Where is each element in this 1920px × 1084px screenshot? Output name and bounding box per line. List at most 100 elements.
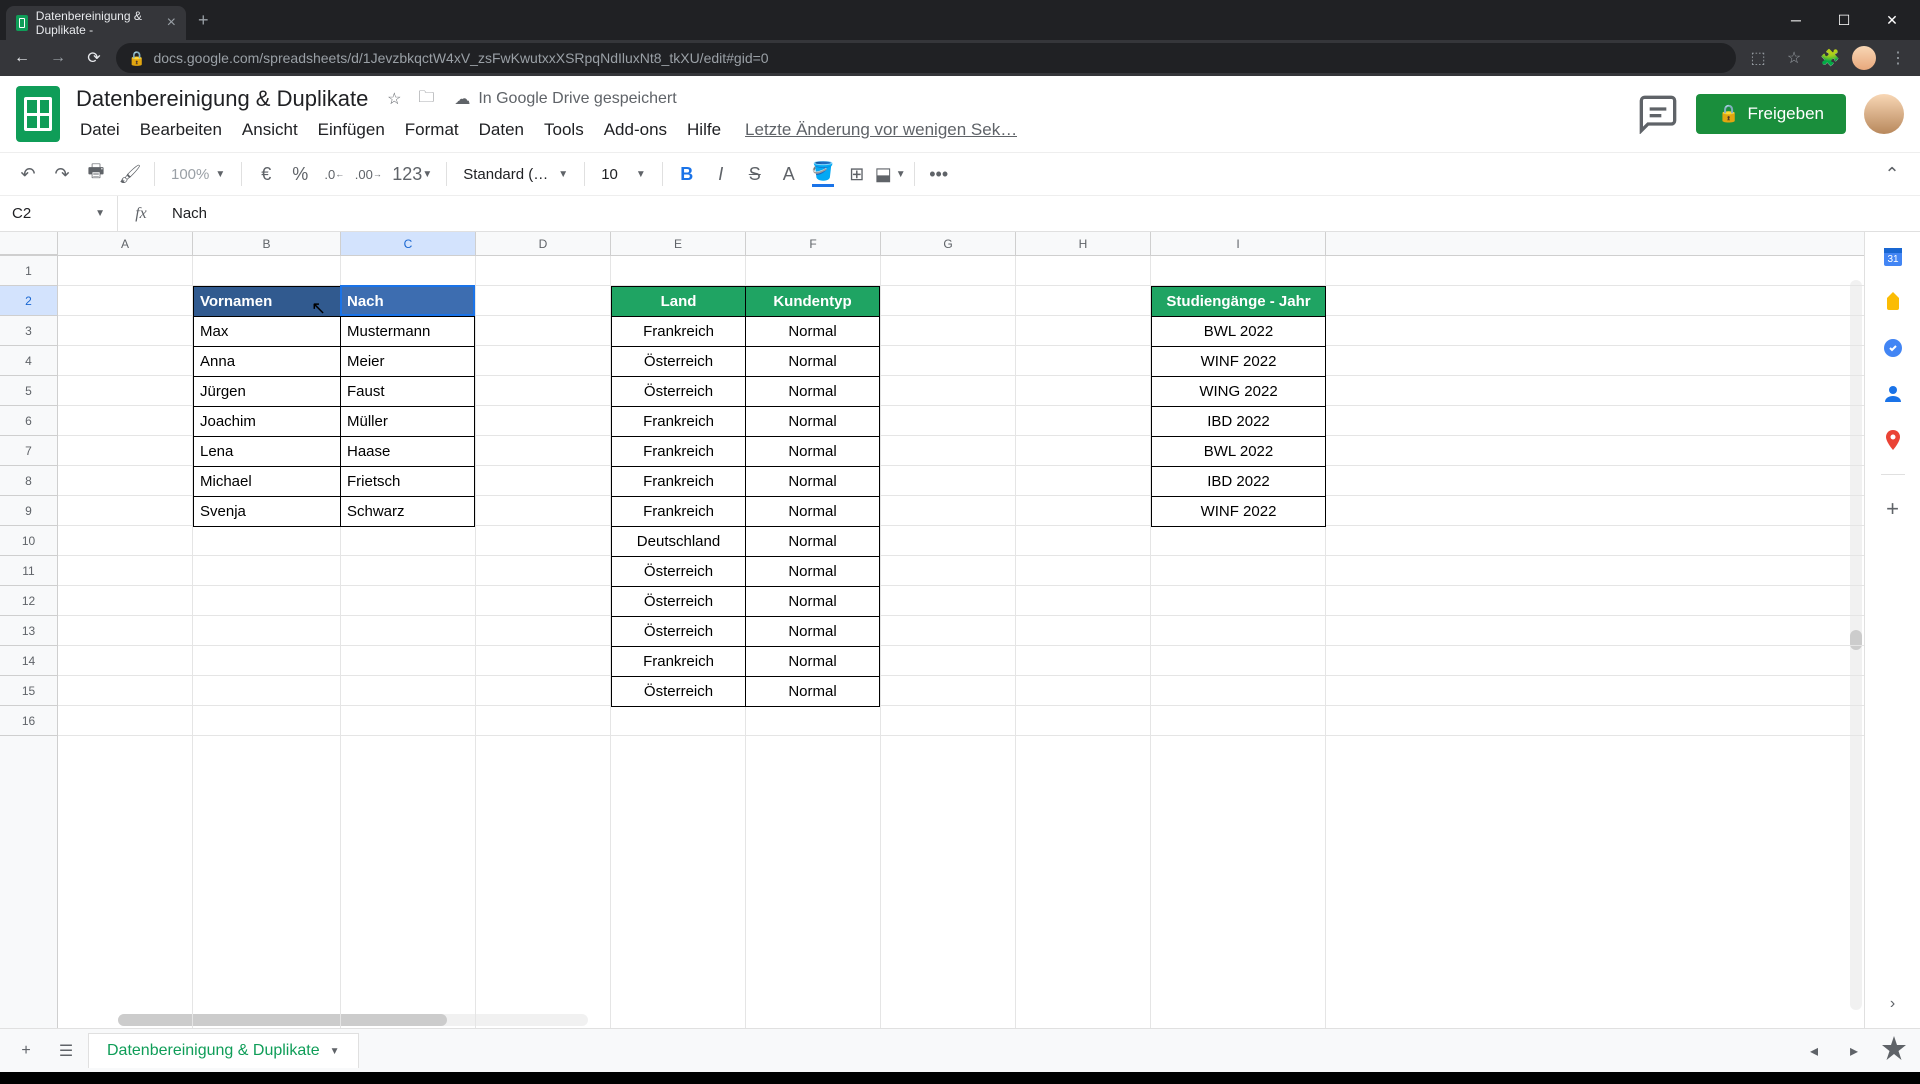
table-cell[interactable]: Frankreich — [612, 407, 746, 437]
table-cell[interactable]: Faust — [341, 377, 475, 407]
menu-bearbeiten[interactable]: Bearbeiten — [132, 116, 230, 144]
table-cell[interactable]: Normal — [746, 587, 880, 617]
address-bar[interactable]: 🔒 docs.google.com/spreadsheets/d/1Jevzbk… — [116, 43, 1736, 73]
row-header-12[interactable]: 12 — [0, 586, 57, 616]
reload-button[interactable]: ⟳ — [80, 44, 108, 72]
table-cell[interactable]: Anna — [194, 347, 341, 377]
explore-button[interactable] — [1876, 1033, 1912, 1069]
menu-format[interactable]: Format — [397, 116, 467, 144]
horizontal-scrollbar[interactable] — [118, 1014, 588, 1026]
font-size-select[interactable]: 10 ▼ — [593, 166, 654, 183]
table-cell[interactable]: Jürgen — [194, 377, 341, 407]
share-button[interactable]: 🔒 Freigeben — [1696, 94, 1846, 134]
font-select[interactable]: Standard (… ▼ — [455, 166, 576, 183]
forward-button[interactable]: → — [44, 44, 72, 72]
table-cell[interactable]: BWL 2022 — [1152, 317, 1326, 347]
tasks-icon[interactable] — [1881, 336, 1905, 360]
table-cell[interactable]: Normal — [746, 617, 880, 647]
column-header-B[interactable]: B — [193, 232, 341, 255]
data-table[interactable]: LandKundentypFrankreichNormalÖsterreichN… — [611, 286, 880, 707]
sheets-logo[interactable] — [16, 86, 60, 142]
keep-icon[interactable] — [1881, 290, 1905, 314]
table-cell[interactable]: Österreich — [612, 347, 746, 377]
last-edit-link[interactable]: Letzte Änderung vor wenigen Sek… — [745, 120, 1017, 140]
browser-tab[interactable]: Datenbereinigung & Duplikate - × — [6, 6, 186, 40]
percent-button[interactable]: % — [284, 158, 316, 190]
table-cell[interactable]: WINF 2022 — [1152, 347, 1326, 377]
browser-profile-avatar[interactable] — [1852, 46, 1876, 70]
table-cell[interactable]: Joachim — [194, 407, 341, 437]
account-avatar[interactable] — [1864, 94, 1904, 134]
extensions-icon[interactable]: 🧩 — [1816, 44, 1844, 72]
strikethrough-button[interactable]: S — [739, 158, 771, 190]
table-cell[interactable]: Frankreich — [612, 437, 746, 467]
increase-decimal-button[interactable]: .00→ — [352, 158, 384, 190]
name-box[interactable]: C2 ▼ — [0, 196, 118, 231]
menu-daten[interactable]: Daten — [471, 116, 532, 144]
row-header-15[interactable]: 15 — [0, 676, 57, 706]
row-header-2[interactable]: 2 — [0, 286, 57, 316]
menu-einfügen[interactable]: Einfügen — [310, 116, 393, 144]
contacts-icon[interactable] — [1881, 382, 1905, 406]
table-cell[interactable]: WING 2022 — [1152, 377, 1326, 407]
cells-area[interactable]: ↖ VornamenNachMaxMustermannAnnaMeierJürg… — [58, 256, 1864, 1028]
calendar-icon[interactable]: 31 — [1881, 244, 1905, 268]
zoom-select[interactable]: 100% ▼ — [163, 166, 233, 183]
table-cell[interactable]: IBD 2022 — [1152, 467, 1326, 497]
column-header-D[interactable]: D — [476, 232, 611, 255]
column-header-E[interactable]: E — [611, 232, 746, 255]
row-header-10[interactable]: 10 — [0, 526, 57, 556]
number-format-button[interactable]: 123 ▼ — [386, 158, 438, 190]
select-all-corner[interactable] — [0, 232, 58, 255]
menu-add-ons[interactable]: Add-ons — [596, 116, 675, 144]
all-sheets-button[interactable]: ☰ — [48, 1033, 84, 1069]
table-cell[interactable]: IBD 2022 — [1152, 407, 1326, 437]
row-header-4[interactable]: 4 — [0, 346, 57, 376]
table-header[interactable]: Kundentyp — [746, 287, 880, 317]
sheet-tab-active[interactable]: Datenbereinigung & Duplikate ▼ — [88, 1033, 359, 1068]
gtranslate-icon[interactable]: ⬚ — [1744, 44, 1772, 72]
merge-button[interactable]: ⬓ ▼ — [875, 158, 906, 190]
menu-datei[interactable]: Datei — [72, 116, 128, 144]
table-cell[interactable]: Müller — [341, 407, 475, 437]
table-cell[interactable]: Normal — [746, 497, 880, 527]
move-icon[interactable]: 🗀 — [416, 89, 436, 109]
row-header-14[interactable]: 14 — [0, 646, 57, 676]
row-header-5[interactable]: 5 — [0, 376, 57, 406]
currency-button[interactable]: € — [250, 158, 282, 190]
minimize-button[interactable]: ─ — [1776, 5, 1816, 35]
data-table[interactable]: VornamenNachMaxMustermannAnnaMeierJürgen… — [193, 286, 475, 527]
menu-tools[interactable]: Tools — [536, 116, 592, 144]
add-addon-icon[interactable]: + — [1881, 497, 1905, 521]
table-cell[interactable]: Normal — [746, 437, 880, 467]
table-cell[interactable]: Frankreich — [612, 467, 746, 497]
table-cell[interactable]: Österreich — [612, 677, 746, 707]
table-cell[interactable]: Michael — [194, 467, 341, 497]
back-button[interactable]: ← — [8, 44, 36, 72]
table-cell[interactable]: Max — [194, 317, 341, 347]
print-button[interactable]: 🖶 — [80, 158, 112, 190]
table-cell[interactable]: BWL 2022 — [1152, 437, 1326, 467]
table-cell[interactable]: Normal — [746, 317, 880, 347]
column-header-H[interactable]: H — [1016, 232, 1151, 255]
table-cell[interactable]: Österreich — [612, 557, 746, 587]
fill-color-button[interactable]: 🪣 — [807, 158, 839, 190]
borders-button[interactable]: ⊞ — [841, 158, 873, 190]
table-cell[interactable]: Österreich — [612, 587, 746, 617]
row-header-11[interactable]: 11 — [0, 556, 57, 586]
table-cell[interactable]: Normal — [746, 647, 880, 677]
maps-icon[interactable] — [1881, 428, 1905, 452]
italic-button[interactable]: I — [705, 158, 737, 190]
table-cell[interactable]: Normal — [746, 347, 880, 377]
table-cell[interactable]: Normal — [746, 467, 880, 497]
decrease-decimal-button[interactable]: .0← — [318, 158, 350, 190]
text-color-button[interactable]: A — [773, 158, 805, 190]
table-cell[interactable]: Lena — [194, 437, 341, 467]
table-cell[interactable]: Meier — [341, 347, 475, 377]
bookmark-icon[interactable]: ☆ — [1780, 44, 1808, 72]
table-cell[interactable]: Schwarz — [341, 497, 475, 527]
column-header-A[interactable]: A — [58, 232, 193, 255]
row-header-9[interactable]: 9 — [0, 496, 57, 526]
redo-button[interactable]: ↷ — [46, 158, 78, 190]
table-cell[interactable]: Normal — [746, 407, 880, 437]
